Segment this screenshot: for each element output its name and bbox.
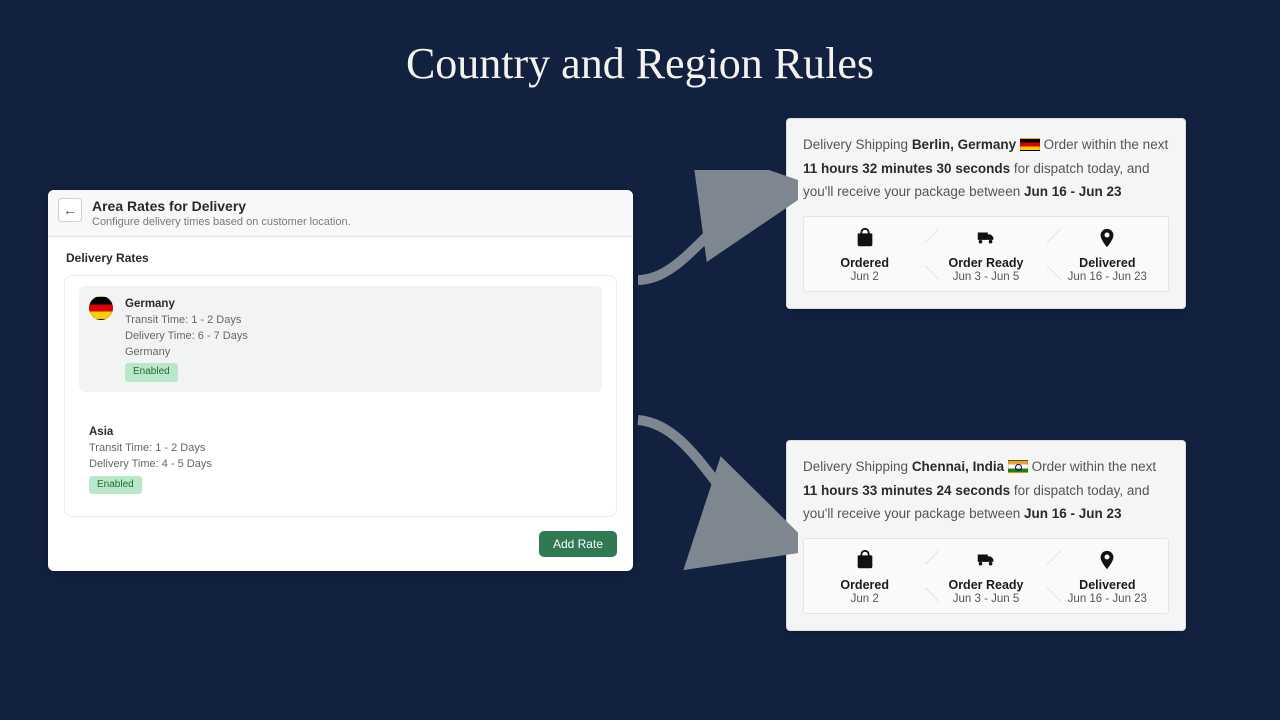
flag-india-icon (1008, 460, 1028, 473)
progress-steps: Ordered Jun 2 Order Ready Jun 3 - Jun 5 … (803, 216, 1169, 292)
step-order-ready: Order Ready Jun 3 - Jun 5 (925, 539, 1046, 613)
enabled-badge: Enabled (125, 363, 178, 382)
estimate-mid: Order within the next (1032, 459, 1157, 474)
rate-name: Germany (125, 296, 248, 313)
rate-body: Germany Transit Time: 1 - 2 Days Deliver… (125, 296, 248, 382)
step-ordered: Ordered Jun 2 (804, 217, 925, 291)
step-title: Ordered (808, 256, 921, 270)
step-date: Jun 16 - Jun 23 (1051, 593, 1164, 605)
section-title: Delivery Rates (58, 247, 623, 271)
progress-steps: Ordered Jun 2 Order Ready Jun 3 - Jun 5 … (803, 538, 1169, 614)
rate-transit: Transit Time: 1 - 2 Days (89, 441, 212, 457)
enabled-badge: Enabled (89, 476, 142, 495)
step-date: Jun 2 (808, 593, 921, 605)
arrow-connector-icon (628, 170, 798, 290)
flag-germany-icon (89, 296, 113, 320)
flag-germany-icon (1020, 138, 1040, 151)
step-ordered: Ordered Jun 2 (804, 539, 925, 613)
step-title: Ordered (808, 578, 921, 592)
estimate-location: Chennai, India (912, 459, 1004, 474)
estimate-countdown: 11 hours 33 minutes 24 seconds (803, 483, 1010, 498)
step-date: Jun 3 - Jun 5 (929, 271, 1042, 283)
rate-list: Germany Transit Time: 1 - 2 Days Deliver… (64, 275, 617, 517)
estimate-text: Delivery Shipping Berlin, Germany Order … (803, 133, 1169, 204)
estimate-range: Jun 16 - Jun 23 (1024, 506, 1122, 521)
rate-transit: Transit Time: 1 - 2 Days (125, 313, 248, 329)
step-delivered: Delivered Jun 16 - Jun 23 (1047, 217, 1168, 291)
rate-delivery: Delivery Time: 4 - 5 Days (89, 457, 212, 473)
rate-region: Germany (125, 345, 248, 361)
arrow-left-icon: ← (63, 202, 77, 218)
estimate-card-germany: Delivery Shipping Berlin, Germany Order … (786, 118, 1186, 309)
estimate-prefix: Delivery Shipping (803, 459, 912, 474)
location-pin-icon (1096, 236, 1118, 253)
step-date: Jun 3 - Jun 5 (929, 593, 1042, 605)
step-date: Jun 2 (808, 271, 921, 283)
add-rate-button[interactable]: Add Rate (539, 531, 617, 557)
estimate-card-india: Delivery Shipping Chennai, India Order w… (786, 440, 1186, 631)
rate-body: Asia Transit Time: 1 - 2 Days Delivery T… (89, 424, 212, 494)
step-title: Delivered (1051, 578, 1164, 592)
panel-header: ← Area Rates for Delivery Configure deli… (48, 190, 633, 237)
panel-heading: Area Rates for Delivery (92, 198, 351, 214)
estimate-range: Jun 16 - Jun 23 (1024, 184, 1122, 199)
estimate-prefix: Delivery Shipping (803, 137, 912, 152)
step-title: Delivered (1051, 256, 1164, 270)
header-text: Area Rates for Delivery Configure delive… (92, 198, 351, 228)
step-title: Order Ready (929, 256, 1042, 270)
estimate-countdown: 11 hours 32 minutes 30 seconds (803, 161, 1010, 176)
arrow-connector-icon (628, 400, 798, 570)
rate-card-asia[interactable]: Asia Transit Time: 1 - 2 Days Delivery T… (79, 414, 602, 504)
back-button[interactable]: ← (58, 198, 82, 222)
rate-name: Asia (89, 424, 212, 441)
truck-icon (975, 558, 997, 575)
estimate-mid: Order within the next (1044, 137, 1169, 152)
rate-card-germany[interactable]: Germany Transit Time: 1 - 2 Days Deliver… (79, 286, 602, 392)
bag-check-icon (854, 236, 876, 253)
page-title: Country and Region Rules (0, 38, 1280, 89)
bag-check-icon (854, 558, 876, 575)
panel-subheading: Configure delivery times based on custom… (92, 216, 351, 228)
step-order-ready: Order Ready Jun 3 - Jun 5 (925, 217, 1046, 291)
admin-panel: ← Area Rates for Delivery Configure deli… (48, 190, 633, 571)
step-delivered: Delivered Jun 16 - Jun 23 (1047, 539, 1168, 613)
rate-delivery: Delivery Time: 6 - 7 Days (125, 329, 248, 345)
step-title: Order Ready (929, 578, 1042, 592)
truck-icon (975, 236, 997, 253)
location-pin-icon (1096, 558, 1118, 575)
estimate-text: Delivery Shipping Chennai, India Order w… (803, 455, 1169, 526)
step-date: Jun 16 - Jun 23 (1051, 271, 1164, 283)
estimate-location: Berlin, Germany (912, 137, 1016, 152)
